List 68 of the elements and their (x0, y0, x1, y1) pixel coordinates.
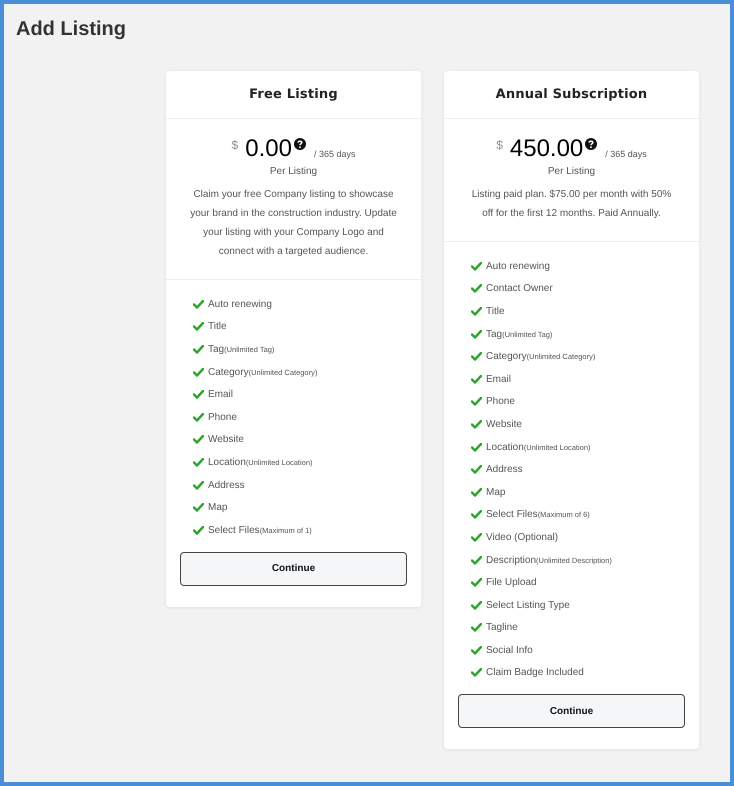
currency-symbol: $ (496, 137, 503, 154)
checkmark-icon (471, 420, 482, 429)
checkmark-icon (193, 435, 204, 444)
feature-label: Title (208, 320, 227, 334)
feature-label: Website (208, 433, 244, 448)
feature-label: Social Info (486, 644, 533, 658)
checkmark-icon (193, 390, 204, 400)
price-period: / 365 days (314, 148, 356, 161)
plan-description: Claim your free Company listing to showcase your brand in the construction industry. Update your listing with your Company Logo and connect with a targeted audience. (190, 188, 397, 259)
checkmark-icon (193, 503, 204, 512)
feature-label: Contact Owner (486, 282, 553, 296)
plan-title: Annual Subscription (496, 86, 648, 104)
page-title: Add Listing (16, 17, 127, 42)
checkmark-icon (471, 510, 482, 520)
checkmark-icon (471, 352, 482, 362)
checkmark-icon (471, 465, 482, 474)
currency-symbol: $ (232, 137, 238, 154)
feature-label: Tagline (486, 621, 518, 636)
feature-label: Title (486, 304, 505, 319)
feature-label: Address (486, 463, 523, 478)
checkmark-icon (193, 526, 204, 535)
checkmark-icon (471, 442, 482, 452)
checkmark-icon (471, 262, 482, 271)
feature-label: Auto renewing (208, 298, 272, 312)
checkmark-icon (471, 623, 482, 632)
checkmark-icon (471, 556, 482, 565)
checkmark-icon (471, 532, 482, 542)
plan-title: Free Listing (249, 86, 338, 104)
continue-button[interactable]: Continue (458, 694, 685, 728)
feature-label: Email (486, 372, 512, 387)
checkmark-icon (471, 397, 482, 406)
checkmark-icon (193, 412, 204, 422)
checkmark-icon (471, 578, 482, 588)
price-unit: Per Listing (270, 165, 318, 179)
feature-label: File Upload (486, 576, 537, 590)
feature-label: Video (Optional) (486, 530, 558, 545)
checkmark-icon (193, 480, 204, 490)
feature-label: Phone (208, 410, 237, 425)
feature-label: Email (208, 388, 234, 402)
price-period: / 365 days (605, 148, 647, 161)
checkmark-icon (193, 368, 204, 377)
help-icon[interactable] (294, 138, 306, 150)
checkmark-icon (471, 284, 482, 294)
price-unit: Per Listing (548, 165, 596, 179)
price: 450.00 (510, 136, 584, 162)
checkmark-icon (193, 322, 204, 332)
checkmark-icon (471, 306, 482, 316)
checkmark-icon (471, 330, 482, 339)
feature-label: Phone (486, 395, 515, 410)
feature-label: Claim Badge Included (486, 666, 584, 680)
checkmark-icon (193, 300, 204, 309)
checkmark-icon (193, 458, 204, 467)
feature-label: Auto renewing (486, 260, 550, 274)
feature-label: Website (486, 418, 522, 432)
checkmark-icon (193, 344, 204, 354)
feature-label: Map (486, 486, 506, 500)
checkmark-icon (471, 374, 482, 384)
checkmark-icon (471, 488, 482, 497)
help-icon[interactable] (585, 138, 598, 150)
plan-description: Listing paid plan. $75.00 per month with 50% off for the first 12 months. Paid Annually. (470, 188, 672, 221)
checkmark-icon (471, 646, 482, 655)
price: 0.00 (245, 136, 292, 162)
checkmark-icon (471, 600, 482, 610)
feature-label: Address (208, 478, 245, 493)
feature-label: Select Listing Type (486, 598, 570, 613)
checkmark-icon (471, 668, 482, 678)
continue-button[interactable]: Continue (180, 552, 407, 586)
feature-label: Map (208, 501, 228, 516)
